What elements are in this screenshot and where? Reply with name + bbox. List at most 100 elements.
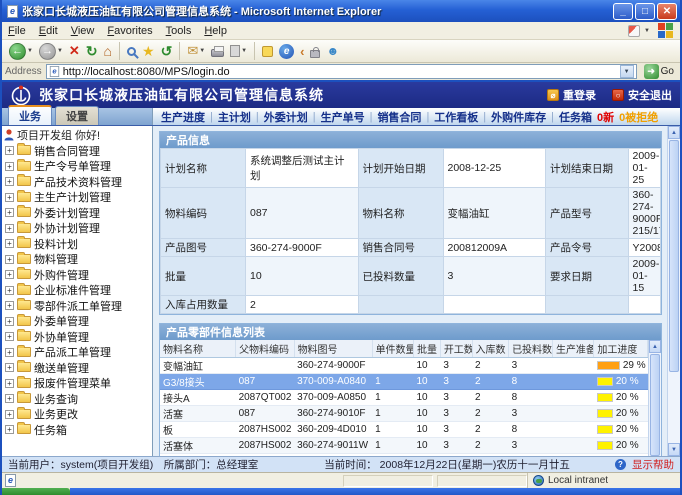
expand-icon[interactable]: + xyxy=(5,363,14,372)
ie-globe-button[interactable]: e xyxy=(276,41,297,62)
table-row[interactable]: 变幅油缸360-274-9000F1032329 % xyxy=(160,358,648,374)
column-header[interactable]: 父物料编码 xyxy=(236,340,295,358)
expand-icon[interactable]: + xyxy=(5,410,14,419)
tree-item[interactable]: +外购件管理 xyxy=(2,267,152,283)
relogin-button[interactable]: ⌀ 重登录 xyxy=(547,87,596,103)
taskbar-strip[interactable] xyxy=(70,488,680,495)
tree-item[interactable]: +外委计划管理 xyxy=(2,205,152,221)
edit-button[interactable]: ▼ xyxy=(227,41,250,62)
menu-item-favorites[interactable]: Favorites xyxy=(107,25,152,37)
close-button[interactable]: ✕ xyxy=(657,3,677,20)
nav-item-任务箱[interactable]: 任务箱 xyxy=(559,109,592,125)
address-input[interactable]: e http://localhost:8080/MPS/login.do ▼ xyxy=(46,64,637,79)
tree-item[interactable]: +外委单管理 xyxy=(2,314,152,330)
table-row[interactable]: 活塞087360-274-9010F11032320 % xyxy=(160,406,648,422)
forward-button[interactable]: →▼ xyxy=(36,41,66,62)
brush-icon[interactable] xyxy=(628,25,640,37)
tree-item[interactable]: +零部件派工单管理 xyxy=(2,298,152,314)
column-header[interactable]: 入库数 xyxy=(472,340,509,358)
chevron-down-icon[interactable]: ▼ xyxy=(57,48,63,54)
scroll-thumb[interactable] xyxy=(650,354,660,456)
go-button[interactable]: ➜ Go xyxy=(641,64,677,79)
lock-button[interactable] xyxy=(307,41,323,62)
expand-icon[interactable]: + xyxy=(5,301,14,310)
tree-item[interactable]: +任务箱 xyxy=(2,422,152,438)
tree-item[interactable]: +业务查询 xyxy=(2,391,152,407)
table-row[interactable]: 活塞体2087HS002360-274-9011W11032320 % xyxy=(160,438,648,454)
table-row[interactable]: 缸体总成087360-274-9200F11032419 % xyxy=(160,454,648,457)
expand-icon[interactable]: + xyxy=(5,317,14,326)
expand-icon[interactable]: + xyxy=(5,193,14,202)
expand-icon[interactable]: + xyxy=(5,162,14,171)
chevron-down-icon[interactable]: ▼ xyxy=(241,48,247,54)
menu-item-tools[interactable]: Tools xyxy=(166,25,192,37)
parts-vertical-scrollbar[interactable]: ▲ ▼ xyxy=(648,340,661,456)
nav-item-销售合同[interactable]: 销售合同 xyxy=(377,109,421,125)
maximize-button[interactable]: □ xyxy=(635,3,655,20)
help-icon[interactable]: ? xyxy=(615,459,626,470)
menu-item-file[interactable]: File xyxy=(8,25,26,37)
nav-item-生产进度[interactable]: 生产进度 xyxy=(161,109,205,125)
contacts-button[interactable]: ☻ xyxy=(323,41,342,62)
main-scroll-up-icon[interactable]: ▲ xyxy=(668,126,680,139)
expand-icon[interactable]: + xyxy=(5,332,14,341)
column-header[interactable]: 物料名称 xyxy=(160,340,236,358)
address-dropdown-icon[interactable]: ▼ xyxy=(620,65,634,78)
nav-item-外购件库存[interactable]: 外购件库存 xyxy=(491,109,546,125)
nav-item-外委计划[interactable]: 外委计划 xyxy=(264,109,308,125)
column-header[interactable]: 生产准备 xyxy=(552,340,593,358)
tree-item[interactable]: +生产令号单管理 xyxy=(2,159,152,175)
chevron-down-icon[interactable]: ▼ xyxy=(644,28,650,34)
column-header[interactable]: 物料图号 xyxy=(294,340,372,358)
expand-icon[interactable]: + xyxy=(5,286,14,295)
column-header[interactable]: 单件数量 xyxy=(372,340,413,358)
tree-item[interactable]: +产品派工单管理 xyxy=(2,345,152,361)
print-button[interactable] xyxy=(208,41,227,62)
tree-item[interactable]: +主生产计划管理 xyxy=(2,190,152,206)
logout-button[interactable]: ○ 安全退出 xyxy=(612,87,672,103)
menu-item-edit[interactable]: Edit xyxy=(39,25,58,37)
column-header[interactable]: 批量 xyxy=(414,340,441,358)
tree-item[interactable]: +业务更改 xyxy=(2,407,152,423)
table-row[interactable]: 接头A2087QT002370-009-A085011032820 % xyxy=(160,390,648,406)
search-button[interactable] xyxy=(124,41,139,62)
tree-item[interactable]: +外协计划管理 xyxy=(2,221,152,237)
back-button[interactable]: ←▼ xyxy=(6,41,36,62)
refresh-button[interactable]: ↻ xyxy=(83,41,101,62)
show-help-link[interactable]: 显示帮助 xyxy=(632,457,674,472)
chevron-down-icon[interactable]: ▼ xyxy=(27,48,33,54)
tree-item[interactable]: +物料管理 xyxy=(2,252,152,268)
expand-icon[interactable]: + xyxy=(5,379,14,388)
history-button[interactable]: ↺ xyxy=(158,41,176,62)
messenger-button[interactable]: ‹ xyxy=(297,41,307,62)
minimize-button[interactable]: _ xyxy=(613,3,633,20)
expand-icon[interactable]: + xyxy=(5,255,14,264)
tree-item[interactable]: +销售合同管理 xyxy=(2,143,152,159)
favorites-button[interactable]: ★ xyxy=(139,41,158,62)
column-header[interactable]: 已投料数 xyxy=(509,340,553,358)
expand-icon[interactable]: + xyxy=(5,224,14,233)
nav-item-主计划[interactable]: 主计划 xyxy=(218,109,251,125)
chevron-down-icon[interactable]: ▼ xyxy=(199,48,205,54)
main-scroll-thumb[interactable] xyxy=(669,140,679,372)
column-header[interactable]: 加工进度 xyxy=(594,340,648,358)
tab-业务[interactable]: 业务 xyxy=(8,105,52,125)
menu-item-help[interactable]: Help xyxy=(204,25,227,37)
table-row[interactable]: G3/8接头087370-009-A084011032820 % xyxy=(160,374,648,390)
expand-icon[interactable]: + xyxy=(5,177,14,186)
notes-button[interactable] xyxy=(259,41,276,62)
expand-icon[interactable]: + xyxy=(5,208,14,217)
tree-item[interactable]: +企业标准件管理 xyxy=(2,283,152,299)
nav-item-工作看板[interactable]: 工作看板 xyxy=(434,109,478,125)
expand-icon[interactable]: + xyxy=(5,348,14,357)
main-scroll-down-icon[interactable]: ▼ xyxy=(668,443,680,456)
tab-设置[interactable]: 设置 xyxy=(55,106,99,125)
expand-icon[interactable]: + xyxy=(5,146,14,155)
home-button[interactable]: ⌂ xyxy=(101,41,115,62)
tree-item[interactable]: +外协单管理 xyxy=(2,329,152,345)
mail-button[interactable]: ✉▼ xyxy=(184,41,208,62)
url-text[interactable]: http://localhost:8080/MPS/login.do xyxy=(63,66,617,78)
scroll-up-icon[interactable]: ▲ xyxy=(649,340,661,353)
main-vertical-scrollbar[interactable]: ▲ ▼ xyxy=(667,126,680,456)
expand-icon[interactable]: + xyxy=(5,394,14,403)
